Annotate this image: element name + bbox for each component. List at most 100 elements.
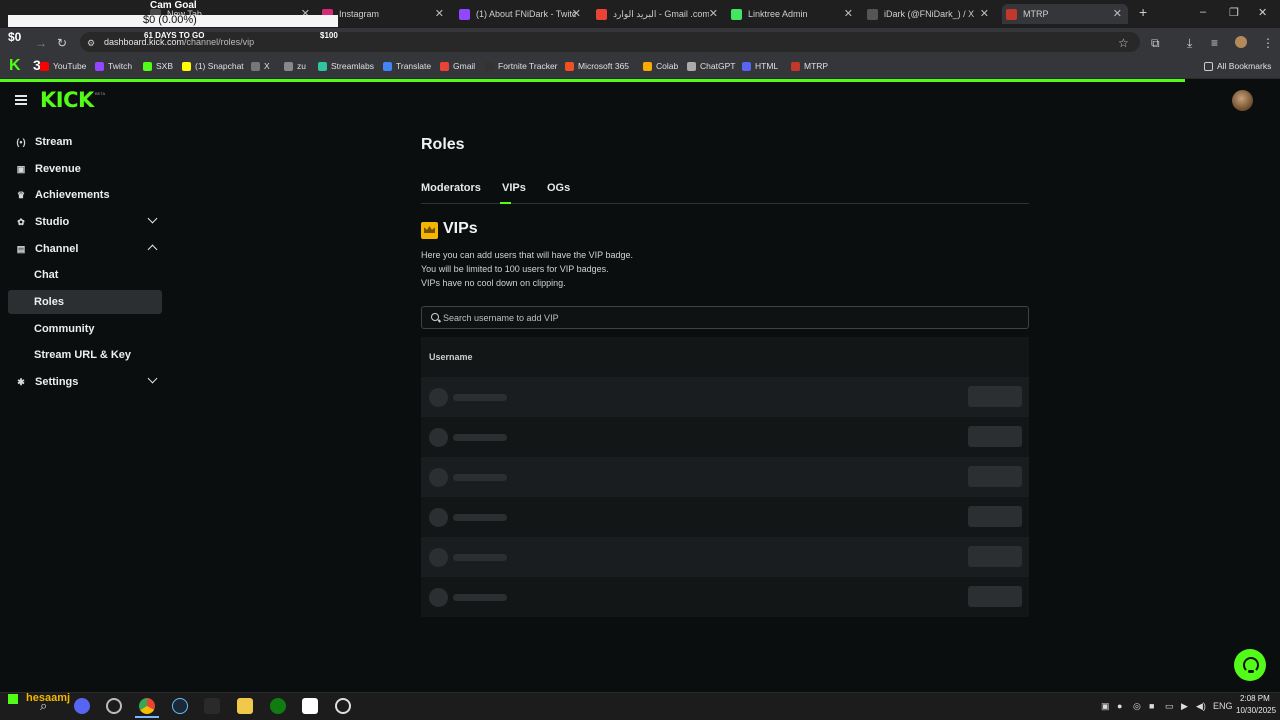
bookmark-item[interactable]: Colab — [643, 61, 678, 71]
clock-app-icon[interactable] — [106, 698, 122, 714]
skeleton-avatar — [429, 388, 448, 407]
discord-icon[interactable] — [74, 698, 90, 714]
close-tab-icon[interactable]: ✕ — [980, 7, 989, 20]
menu-kebab-icon[interactable]: ⋮ — [1262, 36, 1274, 50]
goal-amount: $0 (0.00%) — [143, 14, 197, 26]
user-avatar[interactable] — [1232, 90, 1253, 111]
bookmark-label: Translate — [396, 61, 432, 71]
clock-time[interactable]: 2:08 PM — [1240, 694, 1270, 703]
tab-ogs[interactable]: OGs — [547, 182, 570, 194]
bookmark-item[interactable]: MTRP — [791, 61, 828, 71]
chrome-icon[interactable] — [139, 698, 155, 714]
kick-logo[interactable]: KICK — [40, 88, 94, 112]
bookmark-item[interactable]: ChatGPT — [687, 61, 735, 71]
profile-avatar-icon[interactable] — [1235, 36, 1247, 48]
sidebar-subitem-roles[interactable]: Roles — [8, 290, 162, 314]
close-window-icon[interactable]: ✕ — [1258, 6, 1267, 19]
reading-list-icon[interactable]: ≡ — [1211, 36, 1218, 50]
sidebar-item-label: Settings — [35, 376, 79, 388]
sidebar-item-settings[interactable]: ✱ Settings — [8, 370, 162, 394]
search-taskbar-icon[interactable]: ⌕ — [40, 698, 56, 714]
sidebar-item-stream[interactable]: (•) Stream — [8, 130, 162, 154]
bookmark-label: Microsoft 365 — [578, 61, 630, 71]
minimize-icon[interactable]: – — [1200, 6, 1206, 18]
gmail-icon — [596, 8, 607, 20]
all-bookmarks[interactable]: All Bookmarks — [1204, 61, 1271, 71]
tab-vips[interactable]: VIPs — [502, 182, 526, 194]
close-tab-icon[interactable]: ✕ — [1113, 7, 1122, 20]
search-input[interactable] — [443, 311, 1013, 325]
browser-tab[interactable]: Instagram ✕ — [322, 4, 444, 24]
bookmark-item[interactable]: SXB — [143, 61, 173, 71]
sidebar-item-achievements[interactable]: ♛ Achievements — [8, 183, 162, 207]
download-icon[interactable]: ⤓ — [1187, 36, 1192, 51]
browser-tab[interactable]: (1) About FNiDark - Twitc ✕ — [459, 4, 581, 24]
sidebar-subitem-chat[interactable]: Chat — [8, 263, 162, 287]
tab-label: البريد الوارد - Gmail .com — [613, 8, 709, 19]
bookmark-item[interactable]: Streamlabs — [318, 61, 374, 71]
discord-tray-icon[interactable]: ▣ — [1101, 701, 1110, 712]
sidebar-item-label: Achievements — [35, 189, 110, 201]
language-indicator[interactable]: ENG — [1213, 701, 1233, 711]
bookmark-item[interactable]: (1) Snapchat — [182, 61, 244, 71]
close-tab-icon[interactable]: ✕ — [435, 7, 444, 20]
forward-icon[interactable]: → — [35, 36, 47, 50]
sync-app-icon[interactable] — [335, 698, 351, 714]
browser-tab[interactable]: Linktree Admin ✕ — [731, 4, 853, 24]
bookmark-item[interactable]: X — [251, 61, 270, 71]
kick-extension-icon[interactable]: K — [9, 57, 21, 75]
store-icon[interactable] — [302, 698, 318, 714]
site-info-icon[interactable]: ⚙ — [87, 38, 95, 49]
chevron-down-icon[interactable] — [147, 213, 158, 224]
bookmark-label: Streamlabs — [331, 61, 374, 71]
display-icon[interactable]: ▭ — [1165, 701, 1174, 712]
sidebar-item-studio[interactable]: ✿ Studio — [8, 210, 162, 234]
chevron-down-icon[interactable] — [147, 373, 158, 384]
file-explorer-icon[interactable] — [237, 698, 253, 714]
clock-date[interactable]: 10/30/2025 — [1236, 706, 1276, 715]
bookmark-favicon-icon — [643, 61, 652, 71]
hamburger-menu-icon[interactable] — [15, 95, 27, 105]
bookmark-item[interactable]: zu — [284, 61, 306, 71]
close-tab-icon[interactable]: ✕ — [572, 7, 581, 20]
sidebar-subitem-community[interactable]: Community — [8, 317, 162, 341]
support-chat-button[interactable] — [1234, 649, 1266, 681]
sidebar-item-revenue[interactable]: ▣ Revenue — [8, 157, 162, 181]
chevron-up-icon[interactable] — [147, 244, 158, 255]
skeleton-username — [453, 594, 507, 601]
tray-app-icon[interactable]: ◎ — [1133, 701, 1141, 712]
tab-moderators[interactable]: Moderators — [421, 182, 481, 194]
steam-icon[interactable] — [172, 698, 188, 714]
close-tab-icon[interactable]: ✕ — [844, 7, 853, 20]
browser-tab[interactable]: البريد الوارد - Gmail .com ✕ — [596, 4, 718, 24]
mic-icon[interactable]: ● — [1117, 701, 1122, 711]
sidebar-subitem-stream-url-key[interactable]: Stream URL & Key — [8, 343, 162, 367]
bookmark-item[interactable]: YouTube — [40, 61, 86, 71]
browser-tab[interactable]: iDark (@FNiDark_) / X ✕ — [867, 4, 989, 24]
bookmark-label: Colab — [656, 61, 679, 71]
bookmark-item[interactable]: Translate — [383, 61, 431, 71]
extensions-icon[interactable]: ⧉ — [1151, 36, 1160, 51]
browser-tab-active[interactable]: MTRP ✕ — [1002, 4, 1128, 24]
close-tab-icon[interactable]: ✕ — [709, 7, 718, 20]
bookmark-item[interactable]: Twitch — [95, 61, 132, 71]
bookmark-favicon-icon — [143, 61, 152, 71]
sidebar-item-channel[interactable]: ▤ Channel — [8, 237, 162, 261]
kick-tray-icon[interactable] — [8, 694, 18, 704]
new-tab-icon[interactable]: + — [1139, 4, 1147, 20]
bookmark-item[interactable]: Microsoft 365 — [565, 61, 629, 71]
maximize-icon[interactable]: ❐ — [1229, 6, 1239, 19]
xbox-icon[interactable] — [270, 698, 286, 714]
reload-icon[interactable]: ↻ — [57, 36, 67, 50]
nvidia-icon[interactable]: ■ — [1149, 701, 1154, 711]
bookmark-item[interactable]: HTML — [742, 61, 778, 71]
bookmark-item[interactable]: Gmail — [440, 61, 475, 71]
bookmark-star-icon[interactable]: ☆ — [1118, 36, 1129, 50]
play-icon[interactable]: ▶ — [1181, 701, 1188, 712]
column-header-username: Username — [429, 352, 473, 362]
table-row — [421, 377, 1029, 417]
bookmark-favicon-icon — [687, 61, 696, 71]
bookmark-item[interactable]: Fortnite Tracker — [485, 61, 558, 71]
volume-icon[interactable]: ◀) — [1196, 701, 1206, 712]
epic-games-icon[interactable] — [204, 698, 220, 714]
